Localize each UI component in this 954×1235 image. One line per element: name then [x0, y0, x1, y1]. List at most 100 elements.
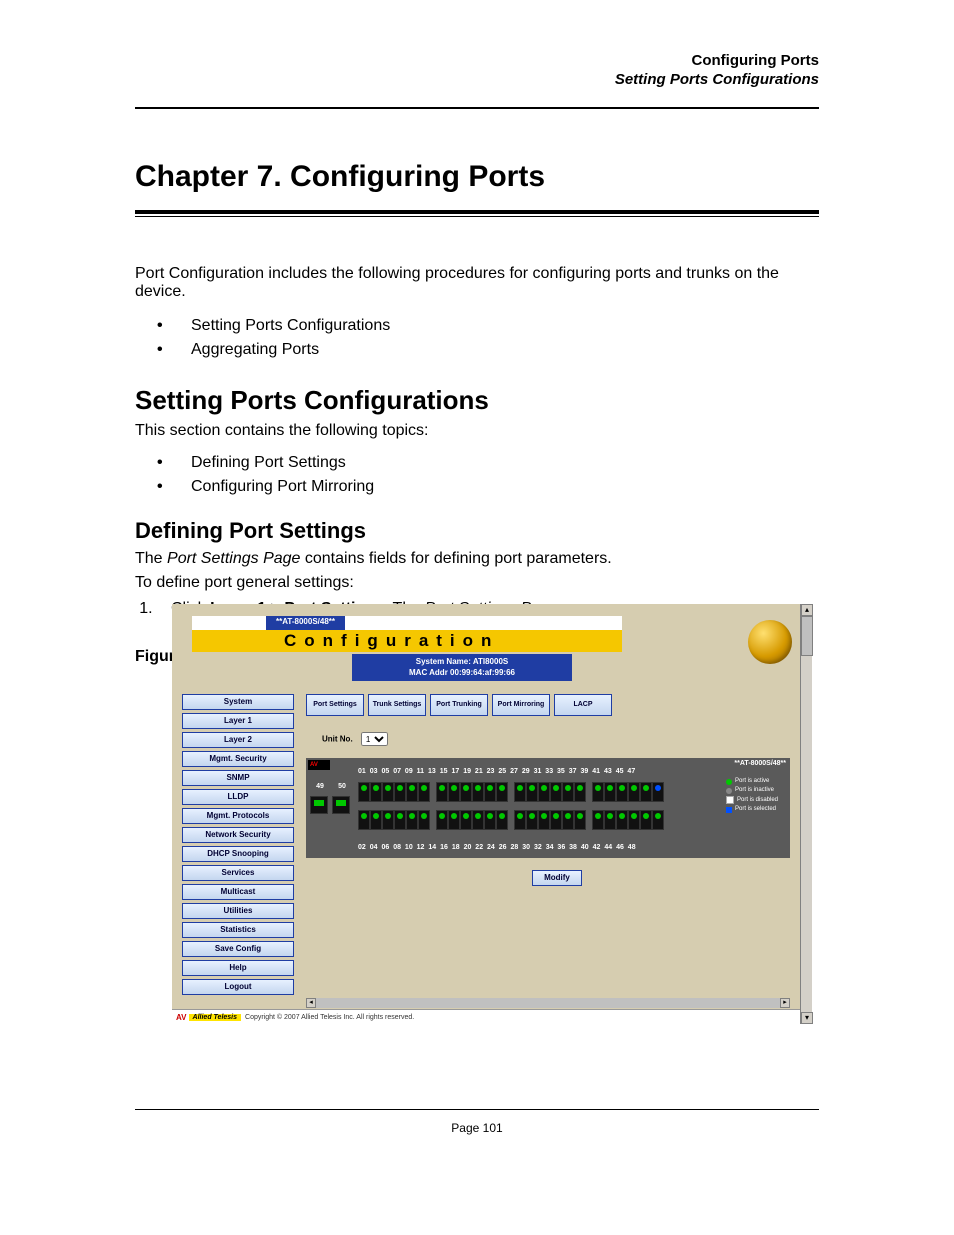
scroll-up-icon[interactable]: ▴	[801, 604, 813, 616]
top-port-9[interactable]	[406, 782, 418, 802]
bot-port-18[interactable]	[460, 810, 472, 830]
running-head-right-2: Setting Ports Configurations	[615, 71, 819, 90]
top-port-11[interactable]	[418, 782, 430, 802]
unit-no-label: Unit No.	[322, 735, 353, 744]
bot-port-42[interactable]	[616, 810, 628, 830]
top-port-7[interactable]	[394, 782, 406, 802]
nav-mgmt-protocols[interactable]: Mgmt. Protocols	[182, 808, 294, 824]
port-settings-screenshot: **AT-8000S/48** Configuration System Nam…	[172, 604, 812, 1024]
scroll-left-icon[interactable]: ◂	[306, 998, 316, 1008]
top-port-41[interactable]	[616, 782, 628, 802]
bot-port-14[interactable]	[436, 810, 448, 830]
bot-port-6[interactable]	[382, 810, 394, 830]
top-port-35[interactable]	[574, 782, 586, 802]
bot-port-24[interactable]	[496, 810, 508, 830]
inner-horizontal-scrollbar[interactable]: ◂ ▸	[306, 998, 790, 1008]
layer1-tabs: Port Settings Trunk Settings Port Trunki…	[306, 694, 612, 716]
vendor-logo: Allied Telesis	[189, 1014, 241, 1021]
bot-port-36[interactable]	[574, 810, 586, 830]
top-port-5[interactable]	[382, 782, 394, 802]
port-row-top	[358, 782, 670, 802]
top-port-15[interactable]	[448, 782, 460, 802]
bot-port-12[interactable]	[418, 810, 430, 830]
nav-dhcp-snooping[interactable]: DHCP Snooping	[182, 846, 294, 862]
scroll-down-icon[interactable]: ▾	[801, 1012, 813, 1024]
bot-port-40[interactable]	[604, 810, 616, 830]
nav-lldp[interactable]: LLDP	[182, 789, 294, 805]
bot-port-2[interactable]	[358, 810, 370, 830]
system-info-band: System Name: ATI8000S MAC Addr 00:99:64:…	[352, 654, 572, 681]
top-port-45[interactable]	[640, 782, 652, 802]
unit-no-select[interactable]: 1	[361, 732, 388, 746]
nav-multicast[interactable]: Multicast	[182, 884, 294, 900]
tab-lacp[interactable]: LACP	[554, 694, 612, 716]
procedure-item: Aggregating Ports	[157, 341, 819, 359]
bot-port-4[interactable]	[370, 810, 382, 830]
nav-layer2[interactable]: Layer 2	[182, 732, 294, 748]
scroll-right-icon[interactable]: ▸	[780, 998, 790, 1008]
top-port-47[interactable]	[652, 782, 664, 802]
nav-snmp[interactable]: SNMP	[182, 770, 294, 786]
bot-port-22[interactable]	[484, 810, 496, 830]
section-setting-ports: Setting Ports Configurations	[135, 385, 819, 416]
tab-port-mirroring[interactable]: Port Mirroring	[492, 694, 550, 716]
bot-port-20[interactable]	[472, 810, 484, 830]
vendor-chip-icon: AV	[308, 760, 330, 770]
tab-port-trunking[interactable]: Port Trunking	[430, 694, 488, 716]
nav-save-config[interactable]: Save Config	[182, 941, 294, 957]
top-port-31[interactable]	[550, 782, 562, 802]
topic-item: Configuring Port Mirroring	[157, 478, 819, 496]
screenshot-footer: AV Allied Telesis Copyright © 2007 Allie…	[172, 1009, 800, 1024]
nav-network-security[interactable]: Network Security	[182, 827, 294, 843]
bot-port-38[interactable]	[592, 810, 604, 830]
nav-layer1[interactable]: Layer 1	[182, 713, 294, 729]
bot-port-34[interactable]	[562, 810, 574, 830]
nav-utilities[interactable]: Utilities	[182, 903, 294, 919]
bot-port-30[interactable]	[538, 810, 550, 830]
nav-system[interactable]: System	[182, 694, 294, 710]
port-49[interactable]: 49	[310, 796, 328, 814]
top-port-19[interactable]	[472, 782, 484, 802]
port-legend: Port is active Port is inactive Port is …	[726, 778, 788, 816]
nav-services[interactable]: Services	[182, 865, 294, 881]
tab-port-settings[interactable]: Port Settings	[306, 694, 364, 716]
top-port-27[interactable]	[526, 782, 538, 802]
bot-port-48[interactable]	[652, 810, 664, 830]
bot-port-26[interactable]	[514, 810, 526, 830]
bot-port-28[interactable]	[526, 810, 538, 830]
top-port-17[interactable]	[460, 782, 472, 802]
bot-port-46[interactable]	[640, 810, 652, 830]
outer-vertical-scrollbar[interactable]: ▴ ▾	[800, 604, 812, 1024]
top-port-33[interactable]	[562, 782, 574, 802]
bot-port-8[interactable]	[394, 810, 406, 830]
nav-logout[interactable]: Logout	[182, 979, 294, 995]
copyright-text: Copyright © 2007 Allied Telesis Inc. All…	[245, 1014, 414, 1021]
device-tab[interactable]: **AT-8000S/48**	[266, 616, 345, 630]
nav-statistics[interactable]: Statistics	[182, 922, 294, 938]
topic-item: Defining Port Settings	[157, 454, 819, 472]
modify-button[interactable]: Modify	[532, 870, 582, 886]
port-50[interactable]: 50	[332, 796, 350, 814]
chapter-rule-thin	[135, 216, 819, 217]
top-port-13[interactable]	[436, 782, 448, 802]
top-port-1[interactable]	[358, 782, 370, 802]
bot-port-10[interactable]	[406, 810, 418, 830]
switch-front-panel: AV **AT-8000S/48** 01 03 05 07 09 11 13 …	[306, 758, 790, 858]
top-port-29[interactable]	[538, 782, 550, 802]
top-port-21[interactable]	[484, 782, 496, 802]
nav-help[interactable]: Help	[182, 960, 294, 976]
top-port-23[interactable]	[496, 782, 508, 802]
top-port-37[interactable]	[592, 782, 604, 802]
bot-port-16[interactable]	[448, 810, 460, 830]
scrollbar-thumb[interactable]	[801, 616, 813, 656]
nav-mgmt-security[interactable]: Mgmt. Security	[182, 751, 294, 767]
top-port-43[interactable]	[628, 782, 640, 802]
top-port-25[interactable]	[514, 782, 526, 802]
bot-port-32[interactable]	[550, 810, 562, 830]
bot-port-44[interactable]	[628, 810, 640, 830]
top-port-39[interactable]	[604, 782, 616, 802]
top-port-3[interactable]	[370, 782, 382, 802]
tab-trunk-settings[interactable]: Trunk Settings	[368, 694, 426, 716]
unit-no-field: Unit No. 1	[322, 732, 388, 746]
configuration-banner: Configuration	[192, 630, 622, 652]
